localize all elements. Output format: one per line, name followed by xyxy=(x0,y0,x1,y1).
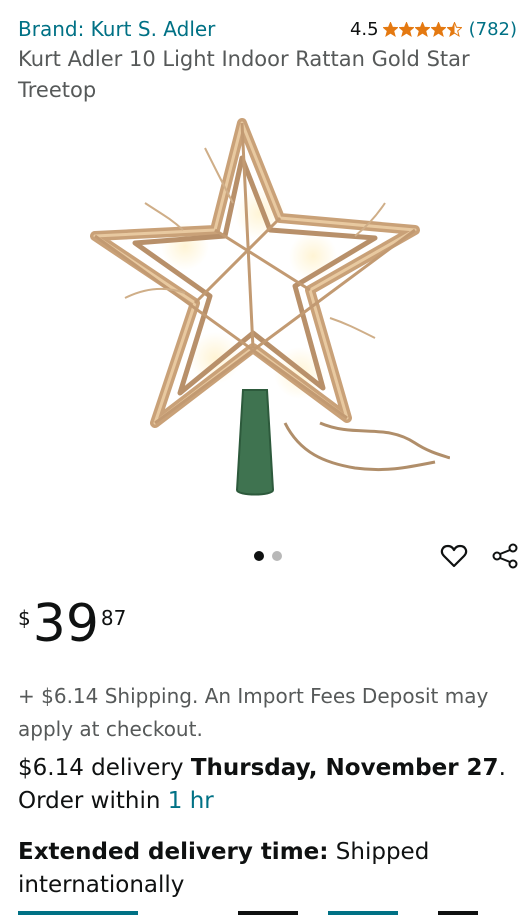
share-icon[interactable] xyxy=(491,542,519,570)
order-within-time: 1 hr xyxy=(167,788,214,814)
brand-rating-row: Brand: Kurt S. Adler 4.5 (782) xyxy=(18,14,517,44)
gallery-dot-inactive[interactable] xyxy=(272,551,282,561)
cutoff-link-segment xyxy=(328,911,398,915)
star-icon xyxy=(382,21,398,37)
star-icon xyxy=(398,21,414,37)
price-symbol: $ xyxy=(18,606,31,630)
extended-delivery: Extended delivery time: Shipped internat… xyxy=(18,836,523,902)
gallery-dot-active[interactable] xyxy=(254,551,264,561)
cutoff-link-segment xyxy=(18,911,138,915)
rating-value: 4.5 xyxy=(349,18,379,40)
delivery-date: Thursday, November 27 xyxy=(190,755,499,781)
price-whole: 39 xyxy=(32,594,99,654)
rating-summary[interactable]: 4.5 (782) xyxy=(350,19,517,40)
rating-stars xyxy=(382,21,463,37)
star-icon xyxy=(446,21,462,37)
order-within-prefix: Order within xyxy=(18,788,168,814)
rating-count[interactable]: (782) xyxy=(469,19,517,40)
product-image[interactable] xyxy=(85,118,450,498)
heart-icon[interactable] xyxy=(440,542,468,570)
cutoff-link-segment xyxy=(438,911,478,915)
brand-link[interactable]: Brand: Kurt S. Adler xyxy=(18,17,215,41)
star-icon xyxy=(414,21,430,37)
cutoff-link-row[interactable] xyxy=(18,905,523,917)
shipping-note: + $6.14 Shipping. An Import Fees Deposit… xyxy=(18,684,489,741)
star-icon xyxy=(430,21,446,37)
product-title: Kurt Adler 10 Light Indoor Rattan Gold S… xyxy=(18,47,470,102)
delivery-suffix: . xyxy=(498,755,506,781)
price: $ 39 87 xyxy=(18,596,126,652)
delivery-info: $6.14 delivery Thursday, November 27. Or… xyxy=(18,752,523,818)
delivery-prefix: $6.14 delivery xyxy=(18,755,191,781)
extended-delivery-label: Extended delivery time: xyxy=(18,839,329,865)
cutoff-link-segment xyxy=(238,911,298,915)
gallery-dots xyxy=(254,551,282,561)
price-fraction: 87 xyxy=(100,606,127,630)
